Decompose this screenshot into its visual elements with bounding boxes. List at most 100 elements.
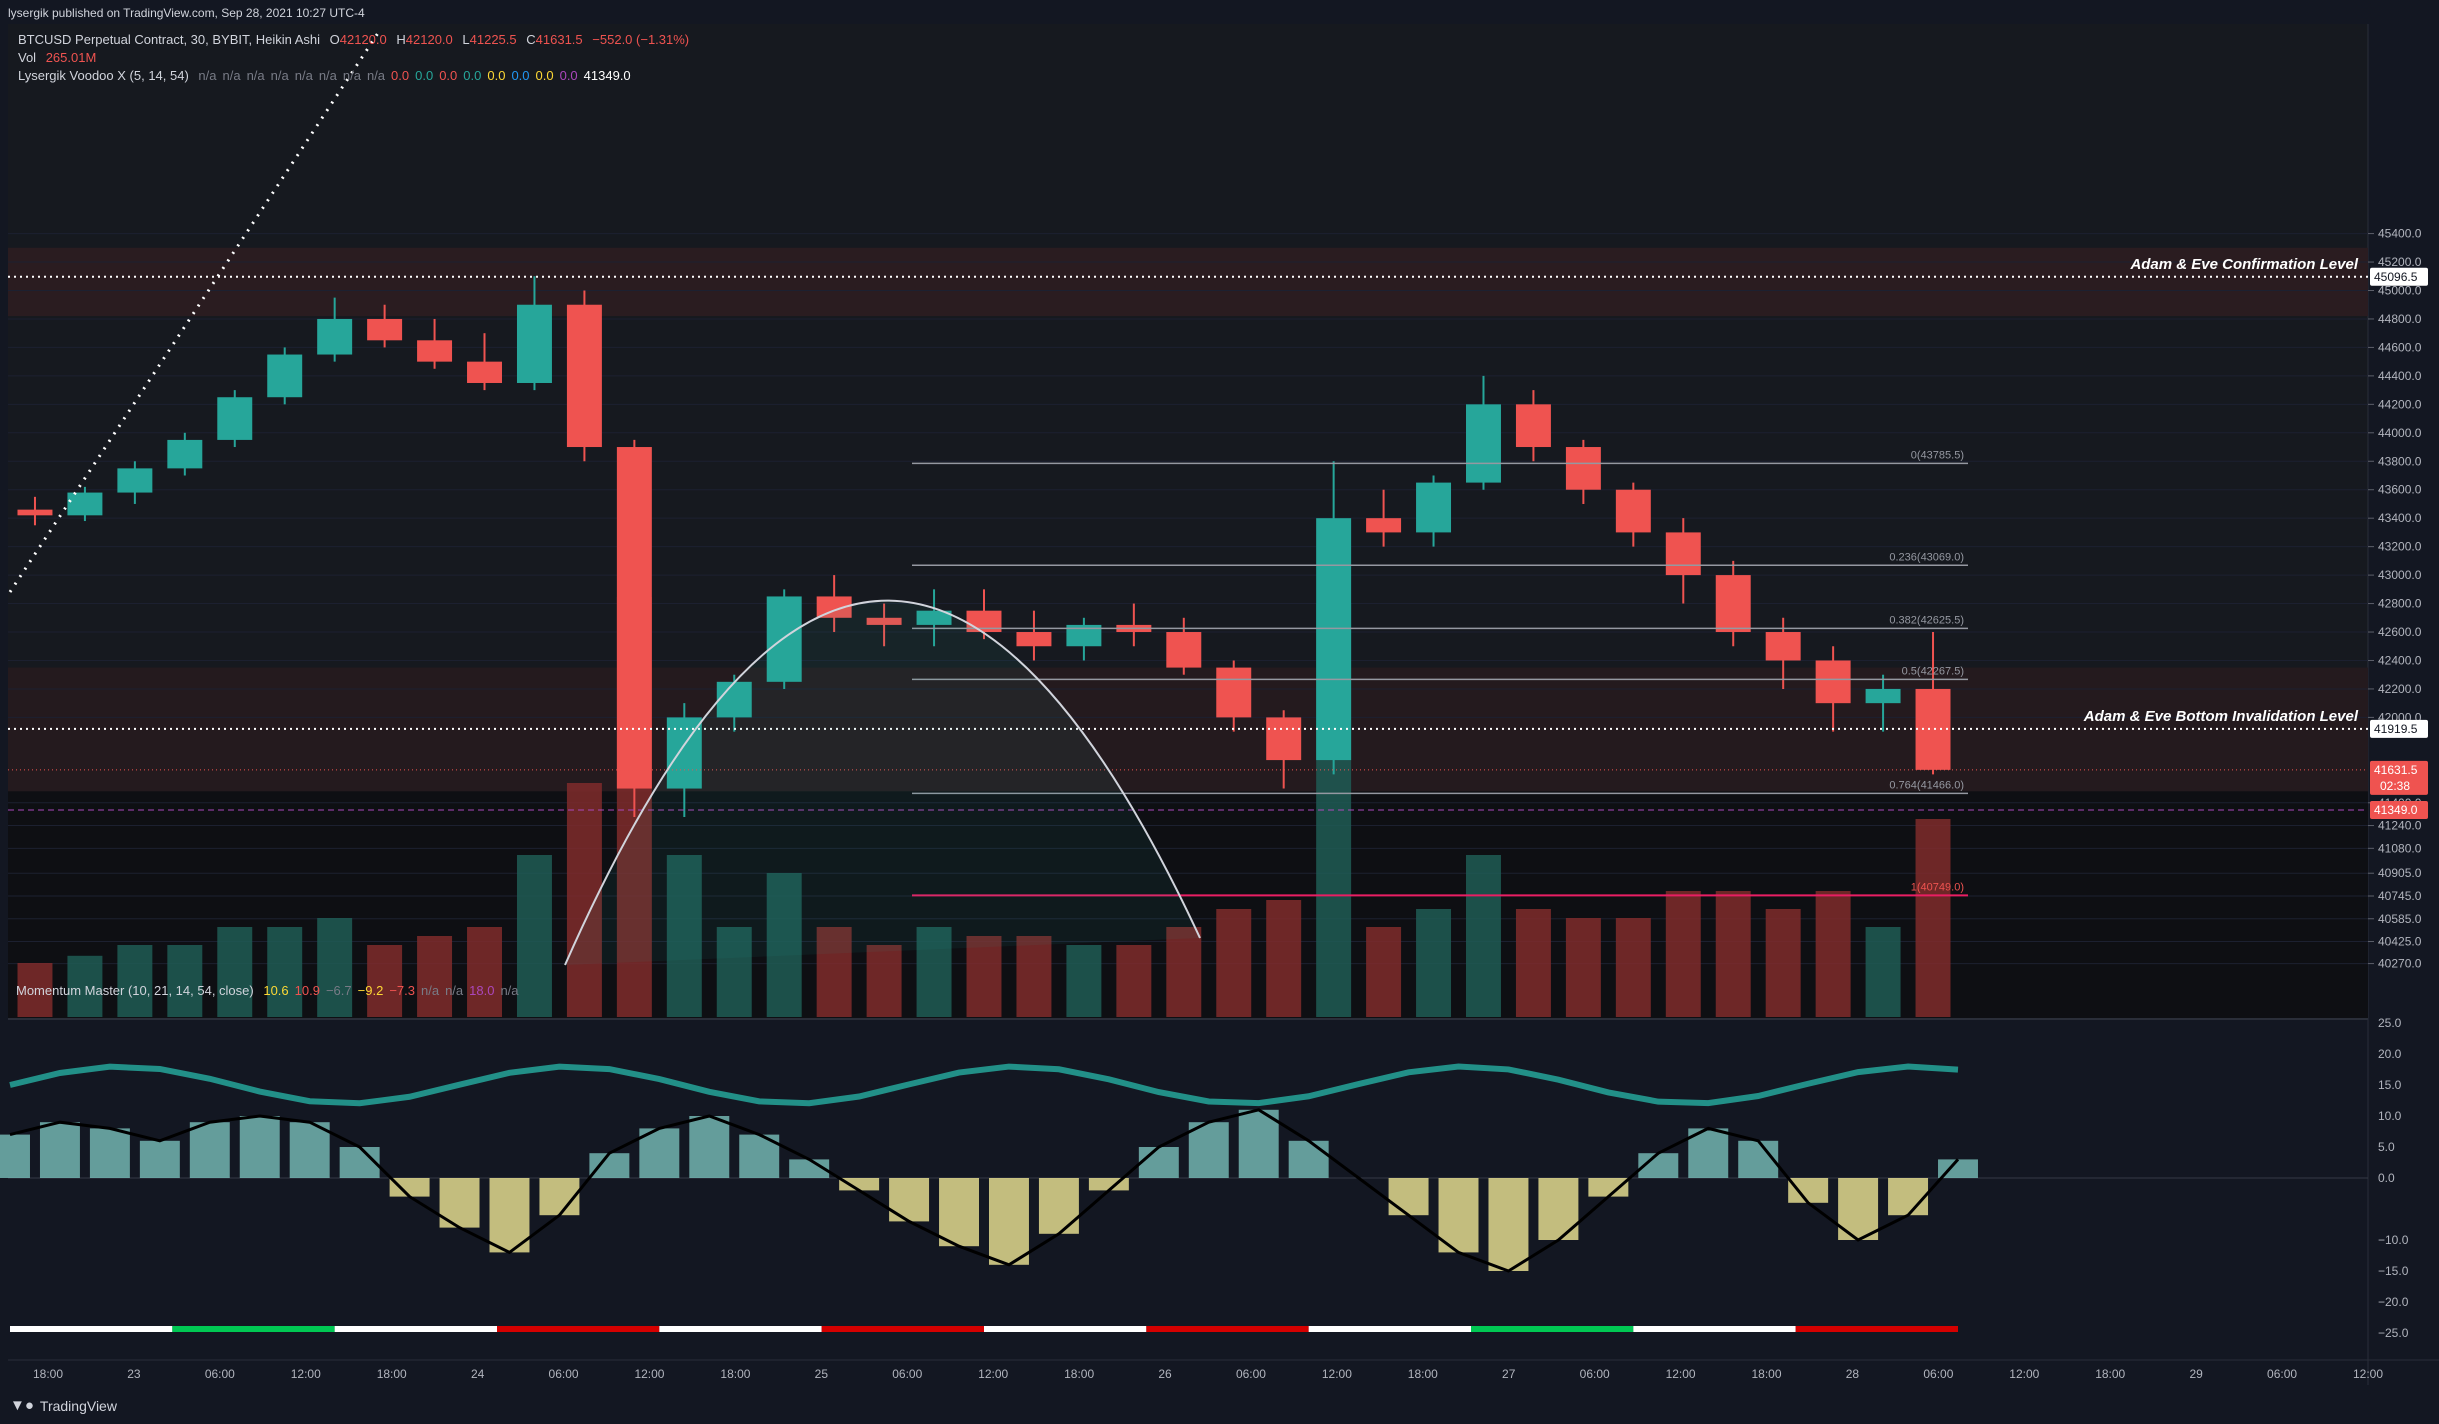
- legend-value: n/a: [445, 983, 464, 998]
- legend-value: 0.0: [535, 68, 554, 83]
- candle-body: [1615, 489, 1651, 533]
- trend-strip-segment: [984, 1326, 1147, 1332]
- y-tick-label: 43400.0: [2378, 511, 2422, 525]
- osc-tick-label: 25.0: [2378, 1016, 2402, 1030]
- osc-bar: [689, 1116, 730, 1178]
- legend-value: n/a: [270, 68, 289, 83]
- close-value: 41631.5: [535, 32, 583, 47]
- tradingview-logo-icon: ▼●: [10, 1397, 34, 1414]
- osc-bar: [889, 1178, 930, 1222]
- volume-bar: [966, 936, 1002, 1017]
- legend-value: −6.7: [325, 983, 352, 998]
- x-tick-label: 06:00: [549, 1367, 579, 1381]
- chart-canvas[interactable]: Adam & Eve Confirmation Level Adam & Eve …: [0, 0, 2439, 1424]
- x-tick-label: 12:00: [2009, 1367, 2039, 1381]
- volume-bar: [1615, 918, 1651, 1017]
- candle-body: [1366, 518, 1402, 533]
- x-tick-label: 06:00: [2267, 1367, 2297, 1381]
- fib-level-label: 1(40749.0): [1911, 881, 1964, 893]
- osc-bar: [1538, 1178, 1579, 1240]
- y-tick-label: 43600.0: [2378, 483, 2422, 497]
- y-tick-label: 40425.0: [2378, 935, 2422, 949]
- y-tick-label: 40905.0: [2378, 866, 2422, 880]
- volume-bar: [1216, 909, 1252, 1017]
- x-tick-label: 18:00: [1752, 1367, 1782, 1381]
- candle-body: [1915, 688, 1951, 770]
- candle-body: [467, 361, 502, 383]
- candle-body: [167, 439, 203, 469]
- fib-level-label: 0.382(42625.5): [1889, 614, 1964, 626]
- legend-value: 0.0: [511, 68, 530, 83]
- voodoo-label: Lysergik Voodoo X (5, 14, 54): [18, 68, 189, 83]
- osc-bar: [1788, 1178, 1829, 1203]
- osc-bar: [589, 1153, 630, 1178]
- trend-strip-segment: [172, 1326, 335, 1332]
- osc-tick-label: 5.0: [2378, 1140, 2395, 1154]
- volume-bar: [1116, 945, 1152, 1017]
- y-tick-label: 44000.0: [2378, 426, 2422, 440]
- price-badge-timer: 02:38: [2380, 779, 2410, 793]
- volume-legend[interactable]: Vol 265.01M: [18, 50, 102, 65]
- volume-bar: [1715, 891, 1751, 1017]
- candle-body: [1466, 404, 1501, 483]
- osc-tick-label: 20.0: [2378, 1047, 2402, 1061]
- legend-value: 0.0: [463, 68, 482, 83]
- volume-bar: [1266, 900, 1302, 1017]
- volume-bar: [1416, 909, 1452, 1017]
- candle-body: [267, 354, 303, 398]
- candle-body: [1515, 404, 1551, 448]
- x-tick-label: 26: [1158, 1367, 1172, 1381]
- y-tick-label: 41240.0: [2378, 819, 2422, 833]
- candle-body: [367, 318, 403, 341]
- volume-bar: [467, 927, 502, 1017]
- y-tick-label: 42800.0: [2378, 597, 2422, 611]
- x-tick-label: 06:00: [1580, 1367, 1610, 1381]
- legend-value: 18.0: [469, 983, 495, 998]
- momentum-label: Momentum Master (10, 21, 14, 54, close): [16, 983, 254, 998]
- volume-bar: [1565, 918, 1601, 1017]
- x-tick-label: 06:00: [1923, 1367, 1953, 1381]
- osc-bar: [89, 1128, 130, 1178]
- invalidation-label: Adam & Eve Bottom Invalidation Level: [2083, 708, 2359, 725]
- x-tick-label: 12:00: [978, 1367, 1008, 1381]
- fib-level-label: 0.236(43069.0): [1889, 551, 1964, 563]
- legend-value: n/a: [366, 68, 386, 83]
- osc-tick-label: −10.0: [2378, 1233, 2409, 1247]
- volume-bar: [167, 945, 203, 1017]
- osc-bar: [189, 1122, 230, 1178]
- x-tick-label: 18:00: [720, 1367, 750, 1381]
- momentum-legend[interactable]: Momentum Master (10, 21, 14, 54, close) …: [16, 983, 531, 998]
- candle-body: [1266, 717, 1302, 761]
- trend-strip-segment: [821, 1326, 984, 1332]
- y-tick-label: 43000.0: [2378, 568, 2422, 582]
- trend-strip-segment: [659, 1326, 822, 1332]
- candle-body: [1815, 660, 1851, 704]
- osc-bar: [1888, 1178, 1929, 1216]
- osc-bar: [0, 1134, 30, 1178]
- x-tick-label: 23: [127, 1367, 141, 1381]
- candle-body: [516, 304, 552, 383]
- open-value: 42120.0: [339, 32, 387, 47]
- voodoo-legend[interactable]: Lysergik Voodoo X (5, 14, 54) n/a n/a n/a n…: [18, 68, 643, 83]
- legend-value: n/a: [342, 68, 361, 83]
- trend-strip-segment: [1308, 1326, 1471, 1332]
- volume-bar: [117, 945, 153, 1017]
- x-tick-label: 18:00: [1408, 1367, 1438, 1381]
- volume-bar: [1515, 909, 1551, 1017]
- trend-strip-segment: [1633, 1326, 1796, 1332]
- symbol-legend[interactable]: BTCUSD Perpetual Contract, 30, BYBIT, He…: [18, 32, 695, 47]
- volume-bar: [217, 927, 253, 1017]
- x-tick-label: 28: [1846, 1367, 1860, 1381]
- close-label: C: [526, 32, 536, 47]
- osc-bar: [839, 1178, 880, 1191]
- volume-bar: [1815, 891, 1851, 1017]
- brand-footer[interactable]: ▼● TradingView: [10, 1397, 117, 1414]
- volume-bar: [417, 936, 453, 1017]
- x-tick-label: 27: [1502, 1367, 1516, 1381]
- low-label: L: [462, 32, 470, 47]
- momentum-pane[interactable]: [8, 1020, 2368, 1360]
- y-tick-label: 44400.0: [2378, 369, 2422, 383]
- candle-body: [1865, 688, 1901, 704]
- candle-body: [1565, 447, 1601, 490]
- volume-bar: [1166, 927, 1202, 1017]
